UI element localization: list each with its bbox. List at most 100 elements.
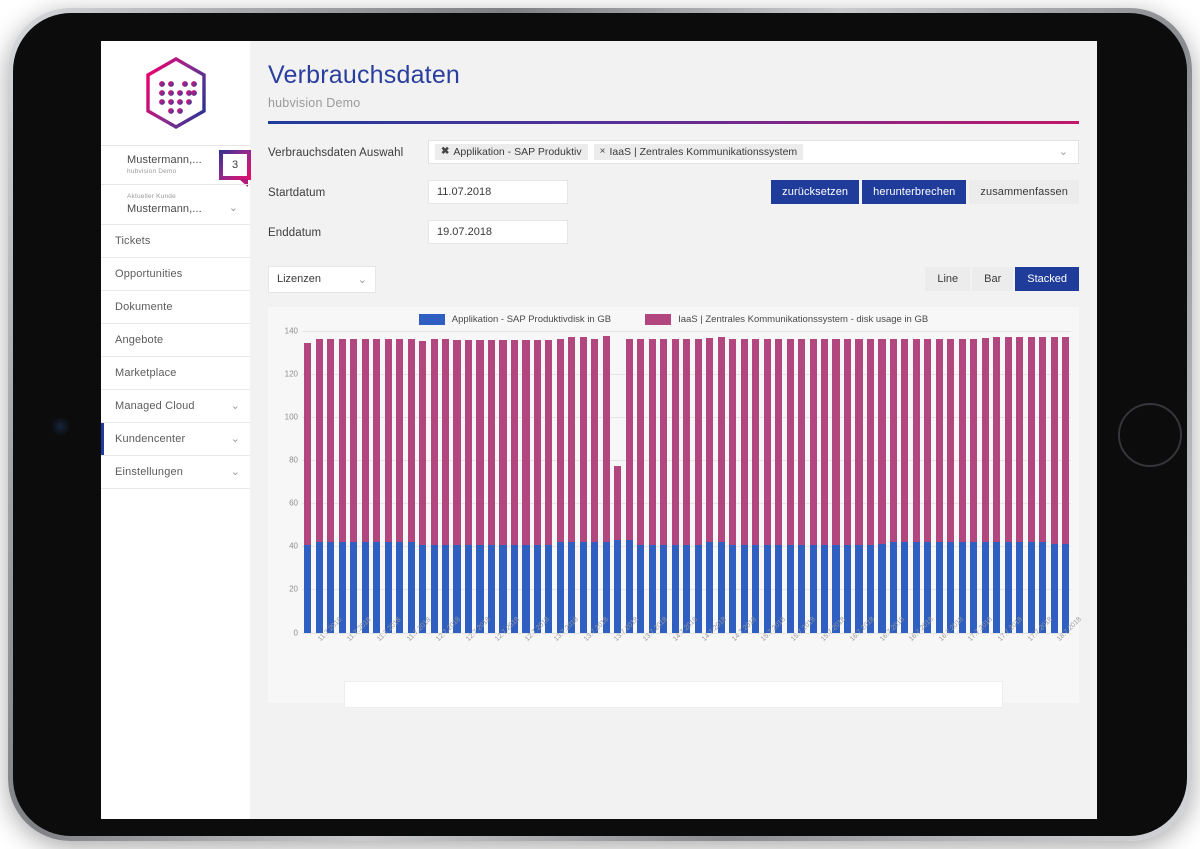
chart-type-stacked[interactable]: Stacked [1015, 267, 1079, 291]
stacked-bar[interactable] [1062, 336, 1070, 633]
stacked-bar[interactable] [304, 343, 312, 633]
verbrauchsdaten-multiselect[interactable]: ✖ Applikation - SAP Produktiv × IaaS | Zent… [428, 139, 1079, 164]
stacked-bar[interactable] [660, 339, 668, 633]
zurcksetzen-button[interactable]: zurücksetzen [771, 179, 860, 204]
stacked-bar[interactable] [981, 338, 989, 633]
enddatum-input[interactable]: 19.07.2018 [428, 219, 568, 244]
notification-badge[interactable]: 3 [219, 150, 251, 187]
stacked-bar[interactable] [522, 340, 530, 633]
sidebar-item-dokumente[interactable]: Dokumente [101, 290, 250, 323]
stacked-bar[interactable] [545, 340, 553, 633]
stacked-bar[interactable] [464, 340, 473, 633]
stacked-bar[interactable] [820, 339, 829, 633]
selection-token[interactable]: ✖ Applikation - SAP Produktiv [435, 143, 588, 160]
stacked-bar[interactable] [855, 339, 863, 633]
stacked-bar[interactable] [350, 339, 358, 633]
stacked-bar[interactable] [740, 339, 748, 633]
legend-item[interactable]: Applikation - SAP Produktivdisk in GB [418, 313, 611, 325]
stacked-bar[interactable] [786, 339, 794, 633]
stacked-bar[interactable] [315, 339, 323, 633]
stacked-bar[interactable] [717, 336, 725, 633]
chevron-down-icon[interactable]: ⌄ [231, 433, 240, 445]
stacked-bar[interactable] [384, 339, 392, 633]
unit-select[interactable]: Lizenzen ⌄ [268, 265, 376, 293]
stacked-bar[interactable] [579, 336, 587, 633]
stacked-bar[interactable] [1004, 336, 1012, 633]
stacked-bar[interactable] [1050, 336, 1058, 633]
stacked-bar[interactable] [533, 340, 541, 633]
sidebar-item-opportunities[interactable]: Opportunities [101, 257, 250, 290]
stacked-bar[interactable] [912, 339, 920, 633]
chevron-down-icon[interactable]: ⌄ [1059, 145, 1072, 158]
stacked-bar[interactable] [396, 339, 404, 633]
zusammenfassen-button[interactable]: zusammenfassen [969, 179, 1079, 204]
chart-range-selector[interactable] [344, 680, 1003, 708]
stacked-bar[interactable] [729, 339, 737, 633]
stacked-bar[interactable] [602, 335, 610, 633]
legend-item[interactable]: IaaS | Zentrales Kommunikationssystem - … [645, 313, 928, 325]
sidebar-item-einstellungen[interactable]: Einstellungen ⌄ [101, 455, 250, 488]
remove-token-icon[interactable]: ✖ [441, 146, 449, 157]
stacked-bar[interactable] [866, 339, 875, 633]
stacked-bar[interactable] [878, 339, 886, 633]
stacked-bar[interactable] [671, 339, 679, 633]
sidebar-item-kundencenter[interactable]: Kundencenter ⌄ [101, 422, 250, 455]
stacked-bar[interactable] [338, 339, 346, 633]
stacked-bar[interactable] [798, 339, 806, 633]
stacked-bar[interactable] [499, 340, 507, 633]
sidebar-customer-selector[interactable]: Aktueller Kunde Mustermann,... ⌄ [101, 184, 250, 224]
stacked-bar[interactable] [694, 339, 702, 633]
stacked-bar[interactable] [706, 338, 714, 633]
stacked-bar[interactable] [832, 339, 840, 633]
sidebar-item-managed-cloud[interactable]: Managed Cloud ⌄ [101, 389, 250, 422]
stacked-bar[interactable] [476, 340, 484, 633]
stacked-bar[interactable] [752, 339, 760, 633]
stacked-bar[interactable] [947, 339, 955, 633]
stacked-bar[interactable] [510, 340, 519, 633]
startdatum-input[interactable]: 11.07.2018 [428, 179, 568, 204]
stacked-bar[interactable] [901, 339, 909, 633]
stacked-bar[interactable] [373, 339, 381, 633]
stacked-bar[interactable] [683, 339, 691, 633]
stacked-bar[interactable] [568, 336, 576, 633]
stacked-bar[interactable] [453, 340, 461, 633]
chevron-down-icon[interactable]: ⌄ [231, 466, 240, 478]
stacked-bar[interactable] [419, 341, 427, 633]
stacked-bar[interactable] [924, 339, 932, 633]
sidebar-item-angebote[interactable]: Angebote [101, 323, 250, 356]
stacked-bar[interactable] [648, 339, 656, 633]
stacked-bar[interactable] [1039, 336, 1047, 633]
remove-token-icon[interactable]: × [600, 146, 606, 157]
stacked-bar[interactable] [809, 339, 817, 633]
herunterbrechen-button[interactable]: herunterbrechen [862, 179, 967, 204]
stacked-bar[interactable] [407, 339, 415, 633]
sidebar-user-block[interactable]: Mustermann,... hubvision Demo 3 [101, 145, 251, 187]
home-button[interactable] [1118, 403, 1182, 467]
chart-type-bar[interactable]: Bar [972, 267, 1014, 291]
stacked-bar[interactable] [442, 339, 450, 633]
stacked-bar[interactable] [614, 466, 622, 633]
stacked-bar[interactable] [556, 339, 564, 633]
stacked-bar[interactable] [361, 339, 369, 633]
stacked-bar[interactable] [487, 340, 496, 633]
stacked-bar[interactable] [327, 339, 335, 633]
sidebar-item-marketplace[interactable]: Marketplace [101, 356, 250, 389]
chevron-down-icon[interactable]: ⌄ [231, 400, 240, 412]
stacked-bar[interactable] [843, 339, 852, 633]
stacked-bar[interactable] [958, 339, 966, 633]
sidebar-item-tickets[interactable]: Tickets [101, 224, 250, 257]
stacked-bar[interactable] [889, 339, 897, 633]
selection-token[interactable]: × IaaS | Zentrales Kommunikationssystem [593, 143, 804, 160]
stacked-bar[interactable] [993, 336, 1001, 633]
stacked-bar[interactable] [637, 339, 645, 633]
stacked-bar[interactable] [1027, 336, 1035, 633]
stacked-bar[interactable] [1016, 336, 1024, 633]
stacked-bar[interactable] [935, 339, 943, 633]
stacked-bar[interactable] [430, 339, 438, 633]
stacked-bar[interactable] [763, 339, 771, 633]
stacked-bar[interactable] [591, 339, 599, 633]
chart-type-line[interactable]: Line [925, 267, 971, 291]
stacked-bar[interactable] [625, 339, 633, 633]
stacked-bar[interactable] [970, 339, 978, 633]
stacked-bar[interactable] [775, 339, 783, 633]
